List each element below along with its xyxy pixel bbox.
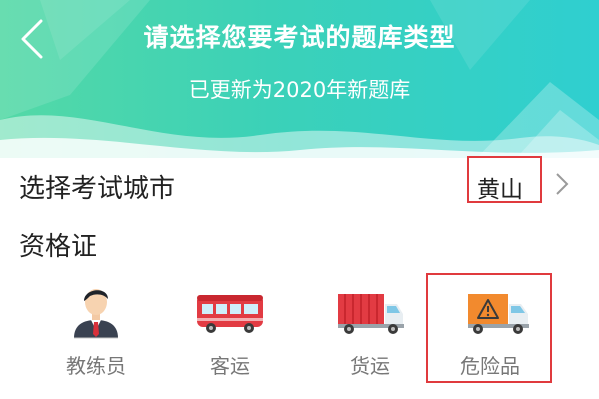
page-title: 请选择您要考试的题库类型 (143, 23, 456, 52)
city-highlight-box (467, 156, 542, 203)
type-item-bus[interactable]: 客运 (170, 280, 290, 385)
type-label-bus: 客运 (210, 354, 250, 378)
type-label-instructor: 教练员 (66, 354, 126, 378)
certificate-section-label: 资格证 (19, 232, 98, 262)
type-label-truck: 货运 (350, 354, 390, 378)
type-item-instructor[interactable]: 教练员 (36, 280, 156, 385)
chevron-right-icon[interactable] (555, 172, 569, 196)
header: 请选择您要考试的题库类型 已更新为2020年新题库 (0, 0, 599, 165)
hazmat-highlight-box (426, 273, 552, 383)
type-item-truck[interactable]: 货运 (310, 280, 430, 385)
page-subtitle: 已更新为2020年新题库 (188, 78, 411, 102)
truck-icon (338, 294, 404, 334)
bus-icon (197, 295, 263, 333)
city-selector-label: 选择考试城市 (19, 174, 176, 204)
instructor-icon (74, 289, 118, 339)
